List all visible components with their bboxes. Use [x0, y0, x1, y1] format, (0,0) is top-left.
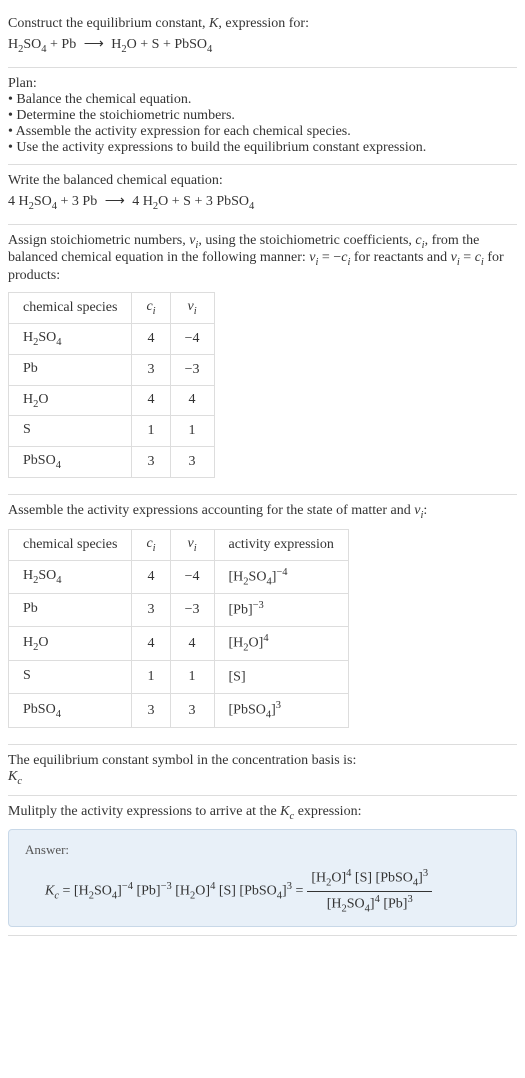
col-ci: ci — [132, 293, 170, 324]
table-header-row: chemical species ci νi activity expressi… — [9, 529, 349, 560]
plan-item: • Determine the stoichiometric numbers. — [8, 108, 517, 124]
assign-text: Assign stoichiometric numbers, νi, using… — [8, 233, 517, 285]
table-row: Pb3−3 — [9, 354, 215, 385]
col-activity: activity expression — [214, 529, 348, 560]
kc-expression: Kc = [H2SO4]−4 [Pb]−3 [H2O]4 [S] [PbSO4]… — [25, 868, 500, 914]
plan-section: Plan: • Balance the chemical equation. •… — [8, 68, 517, 165]
reaction-arrow-icon: ⟶ — [84, 36, 104, 53]
question-text: Construct the equilibrium constant, K, e… — [8, 16, 517, 32]
reaction-arrow-icon: ⟶ — [105, 193, 125, 210]
table-row: Pb3−3[Pb]−3 — [9, 594, 349, 627]
fraction-denominator: [H2SO4]4 [Pb]3 — [323, 892, 417, 914]
table-row: H2O44 — [9, 385, 215, 416]
assemble-text: Assemble the activity expressions accoun… — [8, 503, 517, 521]
question-header: Construct the equilibrium constant, K, e… — [8, 8, 517, 68]
balanced-reaction: 4 H2SO4 + 3 Pb ⟶ 4 H2O + S + 3 PbSO4 — [8, 193, 517, 212]
answer-box: Answer: Kc = [H2SO4]−4 [Pb]−3 [H2O]4 [S]… — [8, 829, 517, 927]
table-row: S11 — [9, 416, 215, 447]
kc-fraction: [H2O]4 [S] [PbSO4]3 [H2SO4]4 [Pb]3 — [307, 868, 432, 914]
balanced-intro: Write the balanced chemical equation: — [8, 173, 517, 189]
table-header-row: chemical species ci νi — [9, 293, 215, 324]
table-row: H2SO44−4[H2SO4]−4 — [9, 560, 349, 593]
plan-item: • Balance the chemical equation. — [8, 92, 517, 108]
stoichiometry-table: chemical species ci νi H2SO44−4 Pb3−3 H2… — [8, 292, 215, 478]
table-row: H2O44[H2O]4 — [9, 627, 349, 660]
table-row: PbSO433[PbSO4]3 — [9, 694, 349, 727]
answer-label: Answer: — [25, 842, 500, 858]
table-row: S11[S] — [9, 660, 349, 693]
multiply-text: Mulitply the activity expressions to arr… — [8, 804, 517, 822]
multiply-section: Mulitply the activity expressions to arr… — [8, 796, 517, 937]
plan-title: Plan: — [8, 76, 517, 92]
fraction-numerator: [H2O]4 [S] [PbSO4]3 — [307, 868, 432, 891]
plan-item: • Assemble the activity expression for e… — [8, 124, 517, 140]
assign-section: Assign stoichiometric numbers, νi, using… — [8, 225, 517, 495]
symbol-text: The equilibrium constant symbol in the c… — [8, 753, 517, 769]
col-vi: νi — [170, 293, 214, 324]
col-species: chemical species — [9, 529, 132, 560]
symbol-section: The equilibrium constant symbol in the c… — [8, 745, 517, 796]
activity-table: chemical species ci νi activity expressi… — [8, 529, 349, 728]
assemble-section: Assemble the activity expressions accoun… — [8, 495, 517, 745]
table-row: PbSO433 — [9, 447, 215, 478]
table-row: H2SO44−4 — [9, 323, 215, 354]
plan-item: • Use the activity expressions to build … — [8, 140, 517, 156]
col-species: chemical species — [9, 293, 132, 324]
balanced-section: Write the balanced chemical equation: 4 … — [8, 165, 517, 225]
col-ci: ci — [132, 529, 170, 560]
col-vi: νi — [170, 529, 214, 560]
unbalanced-reaction: H2SO4 + Pb ⟶ H2O + S + PbSO4 — [8, 36, 517, 55]
kc-symbol: Kc — [8, 769, 517, 787]
